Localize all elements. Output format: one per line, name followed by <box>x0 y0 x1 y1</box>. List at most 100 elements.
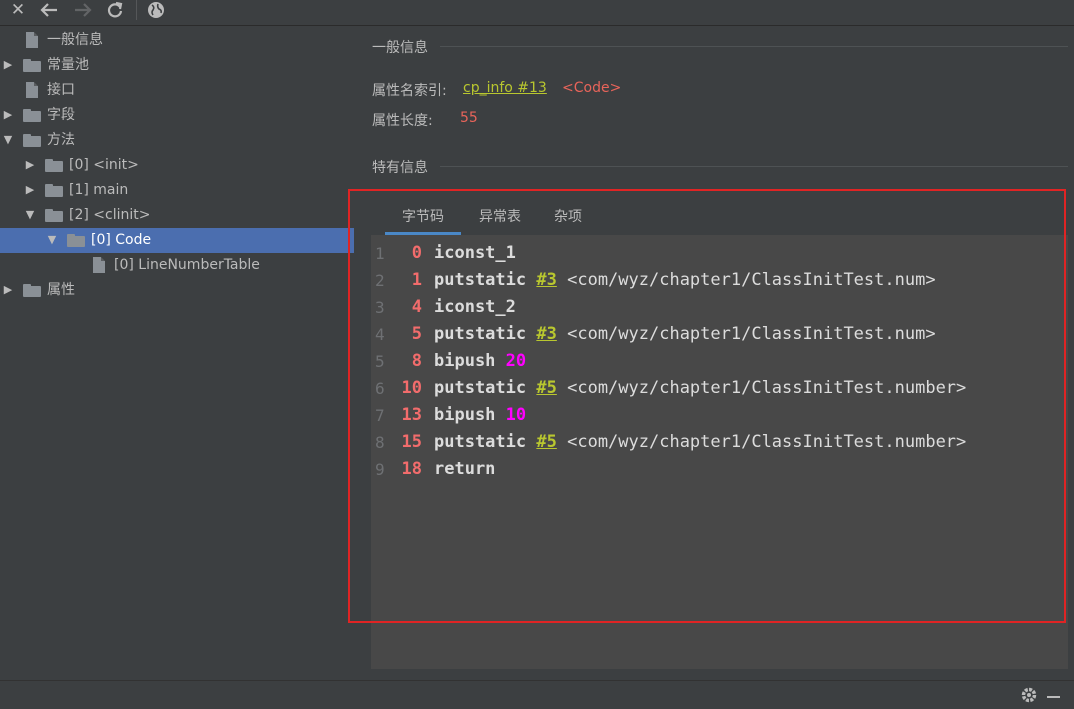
tree-item-method-init[interactable]: ▶ [0] <init> <box>0 153 354 178</box>
tree-item-label: 一般信息 <box>47 32 103 48</box>
bytecode-offset: 5 <box>411 324 422 344</box>
tab-misc[interactable]: 杂项 <box>539 202 597 233</box>
tab-exception-table[interactable]: 异常表 <box>465 202 535 233</box>
expand-arrow-icon[interactable]: ▶ <box>2 108 14 122</box>
close-icon[interactable]: ✕ <box>7 0 29 20</box>
line-number: 1 <box>375 244 385 263</box>
line-number: 3 <box>375 298 385 317</box>
folder-icon <box>23 59 41 72</box>
collapse-arrow-icon[interactable]: ▼ <box>46 233 58 247</box>
instruction: bipush 20 <box>434 348 526 375</box>
constant-pool-ref-link[interactable]: #3 <box>536 324 556 344</box>
line-number: 7 <box>375 406 385 425</box>
bytecode-offset: 8 <box>411 351 422 371</box>
attr-name-index-link[interactable]: cp_info #13 <box>463 80 547 96</box>
section-divider <box>440 46 1068 47</box>
expand-arrow-icon[interactable]: ▶ <box>24 183 36 197</box>
opcode: putstatic <box>434 378 527 398</box>
instruction: return <box>434 456 495 483</box>
line-number: 6 <box>375 379 385 398</box>
folder-icon <box>23 284 41 297</box>
tree-item-method-main[interactable]: ▶ [1] main <box>0 178 354 203</box>
tree-item-attributes[interactable]: ▶ 属性 <box>0 278 354 303</box>
tree-item-methods[interactable]: ▼ 方法 <box>0 128 354 153</box>
expand-arrow-icon[interactable]: ▶ <box>24 158 36 172</box>
tree-item-constant-pool[interactable]: ▶ 常量池 <box>0 53 354 78</box>
code-line: 9 18 return <box>371 456 1068 483</box>
file-icon <box>26 32 38 48</box>
section-divider <box>440 166 1068 167</box>
tree-item-label: 方法 <box>47 132 75 148</box>
bytecode-offset: 15 <box>401 432 422 452</box>
expand-arrow-icon[interactable]: ▶ <box>2 58 14 72</box>
opcode: return <box>434 459 496 479</box>
tree-item-general-info[interactable]: 一般信息 <box>0 28 354 53</box>
attr-name-value: <Code> <box>562 80 622 96</box>
expand-arrow-icon[interactable]: ▶ <box>2 283 14 297</box>
bytecode-offset: 4 <box>411 297 422 317</box>
section-title-general: 一般信息 <box>372 40 428 56</box>
tree-item-label: [0] Code <box>91 232 152 248</box>
class-member-ref: <com/wyz/chapter1/ClassInitTest.number> <box>567 432 967 452</box>
globe-icon[interactable] <box>145 0 167 20</box>
collapse-arrow-icon[interactable]: ▼ <box>24 208 36 222</box>
tree-item-label: 属性 <box>47 282 75 298</box>
attr-length-value: 55 <box>460 110 478 126</box>
line-number: 8 <box>375 433 385 452</box>
bytecode-offset: 1 <box>411 270 422 290</box>
opcode: iconst_2 <box>434 297 516 317</box>
folder-icon <box>23 109 41 122</box>
tree-item-method-clinit[interactable]: ▼ [2] <clinit> <box>0 203 354 228</box>
refresh-icon[interactable] <box>104 0 126 20</box>
bytecode-panel[interactable]: 1 0 iconst_1 2 1 putstatic #3 <com/wyz/c… <box>371 235 1068 669</box>
tree-item-label: [0] LineNumberTable <box>114 257 260 273</box>
folder-icon <box>45 159 63 172</box>
status-bar <box>0 680 1074 709</box>
class-member-ref: <com/wyz/chapter1/ClassInitTest.number> <box>567 378 967 398</box>
toolbar-separator <box>136 0 137 20</box>
instruction: iconst_1 <box>434 240 516 267</box>
immediate-value: 20 <box>505 351 527 371</box>
bytecode-offset: 0 <box>411 243 422 263</box>
minimize-icon[interactable] <box>1047 696 1060 698</box>
folder-icon <box>23 134 41 147</box>
instruction: putstatic #5 <com/wyz/chapter1/ClassInit… <box>434 375 966 402</box>
class-member-ref: <com/wyz/chapter1/ClassInitTest.num> <box>567 270 936 290</box>
instruction: putstatic #3 <com/wyz/chapter1/ClassInit… <box>434 267 936 294</box>
instruction: bipush 10 <box>434 402 526 429</box>
immediate-value: 10 <box>505 405 527 425</box>
constant-pool-ref-link[interactable]: #5 <box>536 378 556 398</box>
folder-icon <box>45 209 63 222</box>
tab-bytecode[interactable]: 字节码 <box>385 202 461 235</box>
code-line: 1 0 iconst_1 <box>371 240 1068 267</box>
opcode: iconst_1 <box>434 243 516 263</box>
tree-item-code[interactable]: ▼ [0] Code <box>0 228 354 253</box>
folder-icon <box>67 234 85 247</box>
tree-item-interfaces[interactable]: 接口 <box>0 78 354 103</box>
opcode: putstatic <box>434 324 527 344</box>
back-arrow-icon[interactable] <box>38 0 60 20</box>
instruction: iconst_2 <box>434 294 516 321</box>
code-line: 7 13 bipush 10 <box>371 402 1068 429</box>
collapse-arrow-icon[interactable]: ▼ <box>2 133 14 147</box>
class-structure-tree: 一般信息 ▶ 常量池 接口 ▶ 字段 ▼ 方法 ▶ [0] <init> ▶ [… <box>0 26 354 676</box>
constant-pool-ref-link[interactable]: #5 <box>536 432 556 452</box>
file-icon <box>26 82 38 98</box>
gear-icon[interactable] <box>1020 686 1038 709</box>
code-line: 2 1 putstatic #3 <com/wyz/chapter1/Class… <box>371 267 1068 294</box>
tree-item-fields[interactable]: ▶ 字段 <box>0 103 354 128</box>
tree-item-label: 字段 <box>47 107 75 123</box>
instruction: putstatic #3 <com/wyz/chapter1/ClassInit… <box>434 321 936 348</box>
instruction: putstatic #5 <com/wyz/chapter1/ClassInit… <box>434 429 966 456</box>
opcode: putstatic <box>434 432 527 452</box>
section-title-specific: 特有信息 <box>372 160 428 176</box>
forward-arrow-icon[interactable] <box>72 0 94 20</box>
code-line: 3 4 iconst_2 <box>371 294 1068 321</box>
attr-length-label: 属性长度: <box>372 113 433 129</box>
constant-pool-ref-link[interactable]: #3 <box>536 270 556 290</box>
code-line: 5 8 bipush 20 <box>371 348 1068 375</box>
tree-item-line-number-table[interactable]: [0] LineNumberTable <box>0 253 354 278</box>
toolbar: ✕ <box>0 0 1074 26</box>
opcode: bipush <box>434 405 496 425</box>
tree-item-label: [1] main <box>69 182 129 198</box>
